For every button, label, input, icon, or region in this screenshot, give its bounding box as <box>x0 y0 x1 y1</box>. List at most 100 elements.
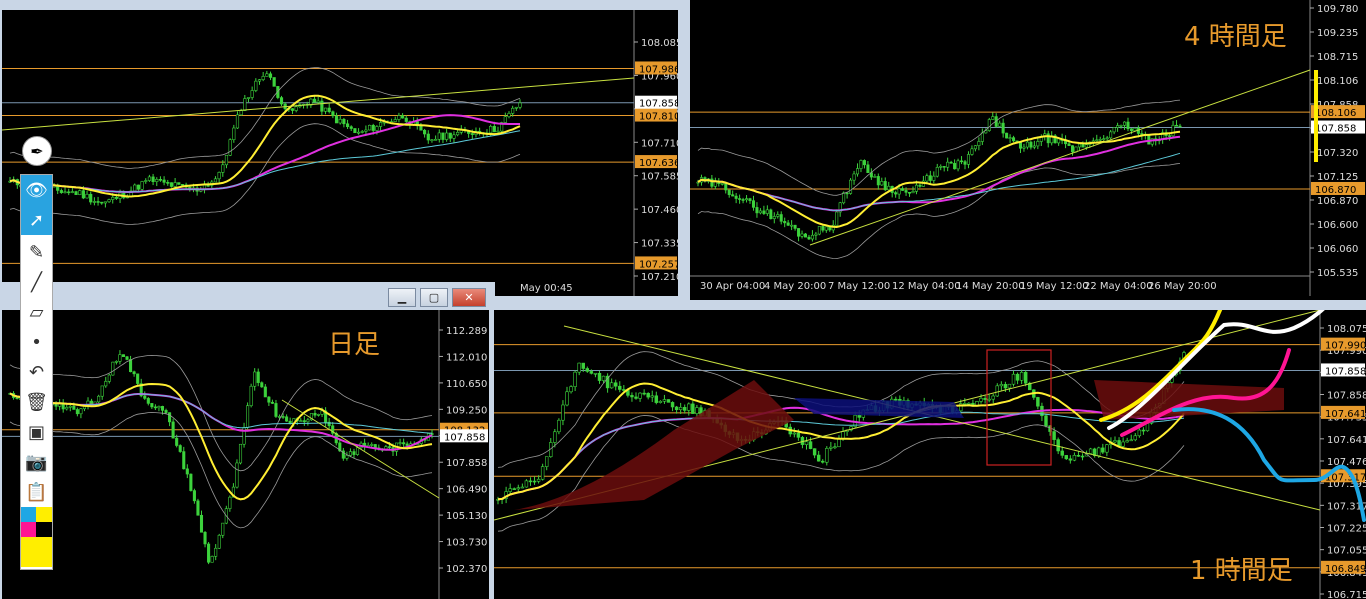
date-label: 7 May 12:00 <box>828 281 890 292</box>
candle-body <box>85 193 89 199</box>
pen-icon[interactable]: ✒ <box>22 136 52 166</box>
moving-average-yellow <box>9 382 433 501</box>
palette-icon[interactable] <box>21 507 52 567</box>
candle-body <box>1012 137 1016 142</box>
chart-panel-top-right[interactable]: 109.780109.235108.715108.106107.858107.6… <box>690 0 1366 296</box>
candle-body <box>658 400 663 403</box>
candle-body <box>1171 124 1175 137</box>
candle-body <box>683 407 687 411</box>
candle-body <box>1098 138 1102 141</box>
candle-body <box>228 496 232 509</box>
candle-body <box>155 179 159 182</box>
candle-body <box>1005 132 1009 139</box>
candle-body <box>1175 124 1179 127</box>
moving-average-magenta <box>9 392 433 451</box>
candle-body <box>164 410 168 413</box>
cursor-icon[interactable]: ➚ <box>21 205 52 235</box>
candle-body <box>1015 373 1020 381</box>
dot-icon[interactable]: • <box>21 327 52 357</box>
candle-body <box>214 547 218 557</box>
candle-body <box>235 114 240 129</box>
chart-panel-bottom-right[interactable]: 108.075107.990107.905107.858107.735107.6… <box>494 310 1366 599</box>
candle-body <box>1137 429 1142 437</box>
candle-body <box>589 371 594 374</box>
candle-body <box>852 173 856 181</box>
candle-body <box>375 126 379 131</box>
candle-body <box>92 201 96 203</box>
candle-body <box>456 132 460 136</box>
candle-body <box>79 408 83 415</box>
candle-body <box>503 116 507 123</box>
clipboard-icon[interactable]: 📋 <box>21 477 52 507</box>
axis-label: 109.250 <box>446 405 487 416</box>
candle-body <box>153 406 157 409</box>
axis-label: 107.476 <box>1327 457 1366 468</box>
candle-body <box>107 199 111 203</box>
close-button[interactable]: ✕ <box>452 288 486 307</box>
candle-body <box>256 371 260 383</box>
candle-body <box>401 115 405 119</box>
candle-body <box>518 102 522 108</box>
level-tag-label: 107.257 <box>639 259 678 270</box>
candle-body <box>748 198 752 201</box>
candle-body <box>650 395 654 398</box>
trend-line <box>281 399 440 499</box>
axis-label: 109.235 <box>1317 28 1358 39</box>
minimize-button[interactable]: ▁ <box>388 288 416 307</box>
candle-body <box>935 167 939 177</box>
candle-body <box>678 407 683 411</box>
candle-body <box>995 385 999 397</box>
candle-body <box>177 182 181 185</box>
board-icon[interactable]: ▣ <box>21 417 52 447</box>
axis-label: 102.370 <box>446 564 487 575</box>
chart-panel-top-left[interactable]: 108.085107.960107.858107.710107.585107.4… <box>2 10 678 296</box>
chart-panel-bottom-left[interactable]: 112.289112.010110.650109.250108.132107.8… <box>2 310 489 599</box>
candle-body <box>1067 143 1071 146</box>
line-icon[interactable]: ╱ <box>21 267 52 297</box>
trash-icon[interactable]: 🗑 <box>21 387 52 417</box>
candle-body <box>168 412 172 423</box>
candle-body <box>272 77 276 87</box>
candle-body <box>837 438 841 448</box>
candle-body <box>104 381 108 387</box>
candle-body <box>724 183 728 191</box>
candle-body <box>512 488 516 490</box>
candle-body <box>532 480 537 483</box>
candle-body <box>169 182 174 187</box>
eye-icon[interactable]: 👁 <box>21 175 52 205</box>
axis-label: 107.125 <box>1317 172 1358 183</box>
candle-body <box>904 190 908 193</box>
candle-body <box>1102 138 1106 140</box>
candle-body <box>67 191 71 194</box>
candle-body <box>634 396 638 399</box>
candle-body <box>441 132 445 140</box>
candle-body <box>873 176 877 178</box>
time-label: May 00:45 <box>520 283 573 294</box>
axis-label: 107.320 <box>1317 148 1358 159</box>
highlighter-icon[interactable]: ✎ <box>21 237 52 267</box>
candle-body <box>880 181 884 186</box>
candle-body <box>210 556 214 563</box>
candle-body <box>52 185 56 188</box>
candle-body <box>1081 143 1085 148</box>
maximize-button[interactable]: ▢ <box>420 288 448 307</box>
candle-body <box>987 119 991 131</box>
axis-label: 107.858 <box>446 458 487 469</box>
level-tag-label: 108.106 <box>1315 108 1356 119</box>
eraser-icon[interactable]: ▱ <box>21 297 52 327</box>
candle-body <box>1119 124 1123 127</box>
candle-body <box>97 395 101 403</box>
candle-body <box>691 403 695 414</box>
candle-body <box>745 198 749 201</box>
candle-body <box>1007 383 1012 389</box>
undo-icon[interactable]: ↶ <box>21 357 52 387</box>
candle-body <box>74 191 78 195</box>
candle-body <box>70 191 74 193</box>
candle-body <box>1123 121 1127 126</box>
candle-body <box>738 198 742 200</box>
candle-body <box>960 160 964 163</box>
camera-icon[interactable]: 📷 <box>21 447 52 477</box>
candle-body <box>894 192 898 195</box>
candle-body <box>670 402 675 408</box>
candle-body <box>146 398 150 404</box>
